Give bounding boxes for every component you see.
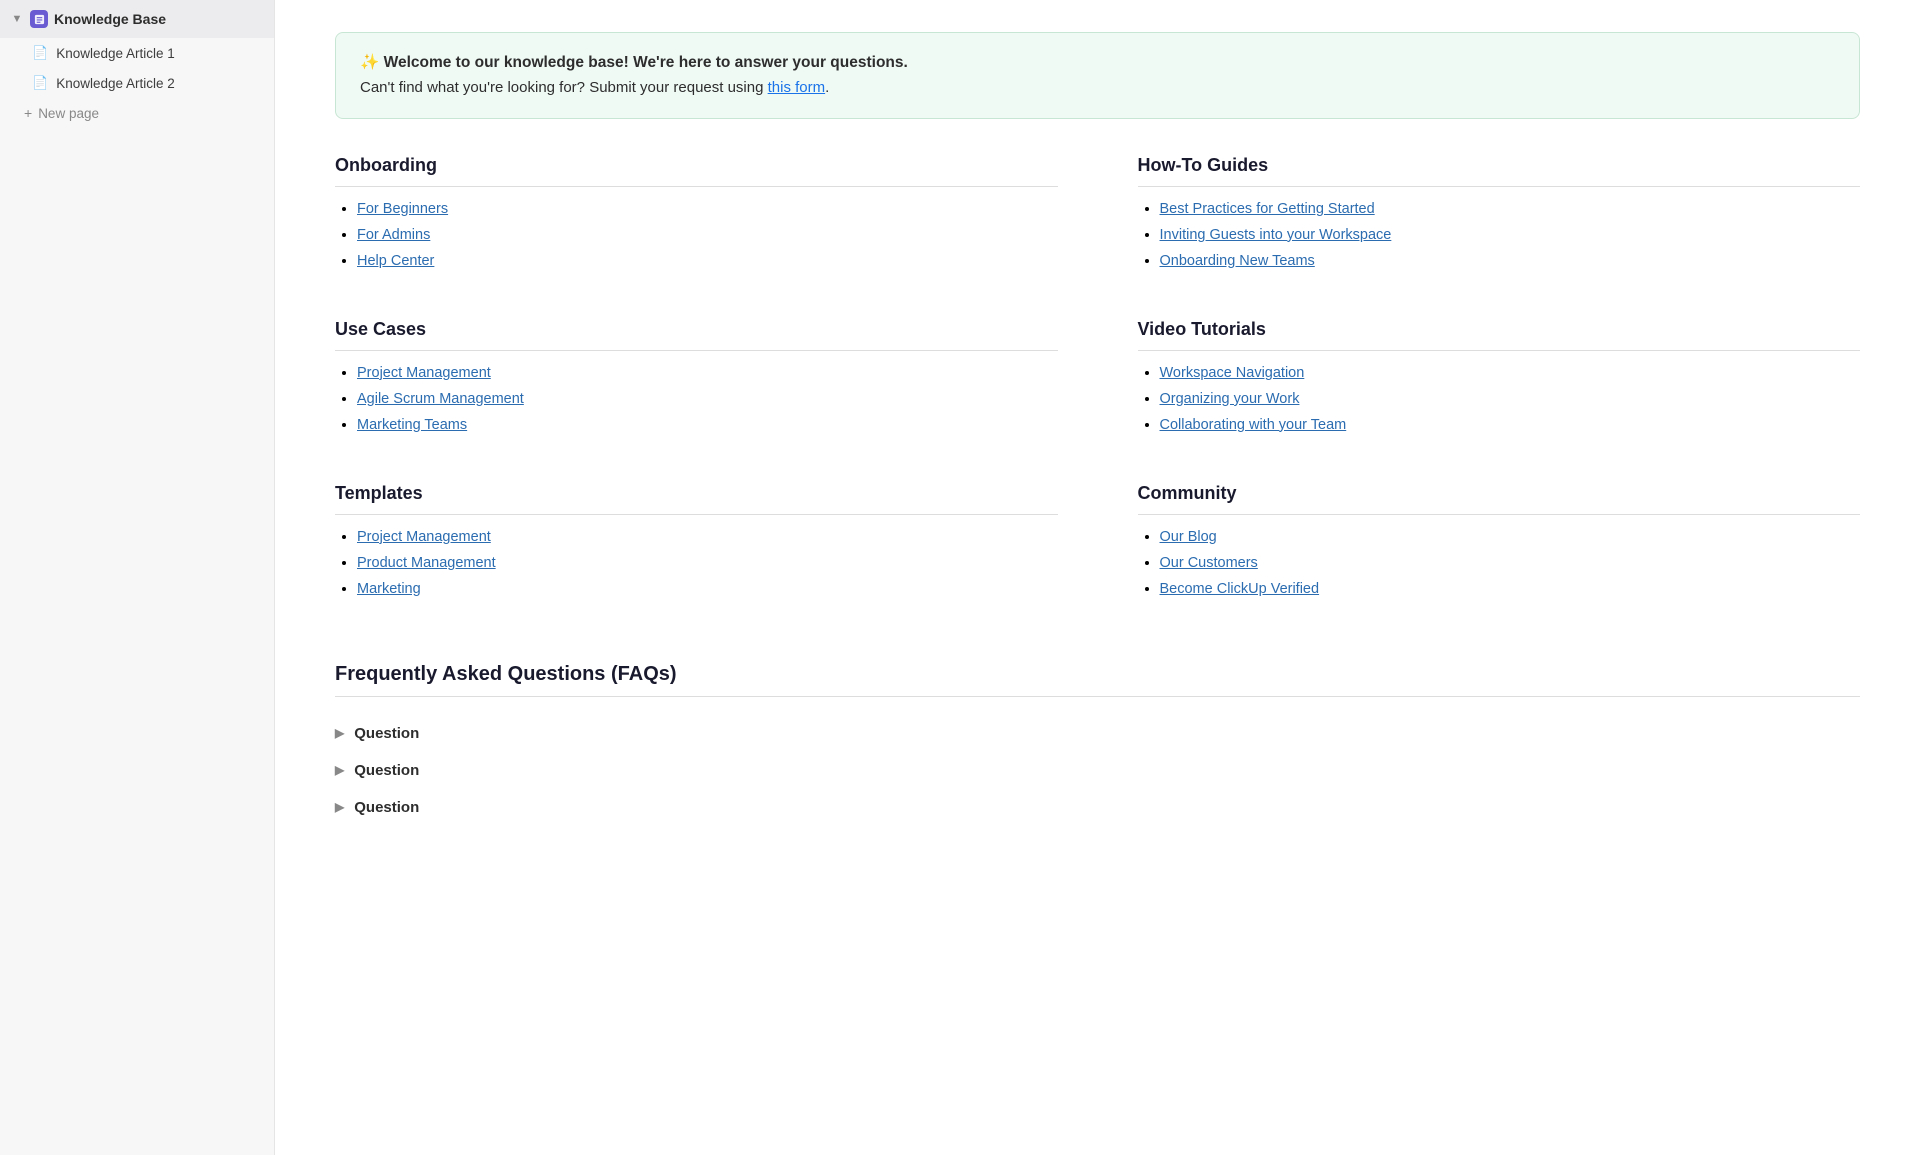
list-item: Onboarding New Teams <box>1160 253 1861 269</box>
sidebar-root-item[interactable]: ▼ Knowledge Base <box>0 0 274 38</box>
section-use-cases: Use Cases Project Management Agile Scrum M… <box>335 319 1058 443</box>
section-link[interactable]: Project Management <box>357 529 491 545</box>
faq-section: Frequently Asked Questions (FAQs) ▶ Questi… <box>335 663 1860 826</box>
main-content: ✨ Welcome to our knowledge base! We're h… <box>275 0 1920 1155</box>
faq-item-0[interactable]: ▶ Question <box>335 715 1860 752</box>
welcome-title: ✨ Welcome to our knowledge base! We're h… <box>360 51 1835 76</box>
triangle-icon: ▶ <box>335 726 344 740</box>
list-item: Project Management <box>357 365 1058 381</box>
section-link[interactable]: Our Customers <box>1160 555 1258 571</box>
section-onboarding: Onboarding For Beginners For Admins Help Ce… <box>335 155 1058 279</box>
section-title-use-cases: Use Cases <box>335 319 1058 340</box>
sidebar-child-label-1: Knowledge Article 1 <box>56 46 175 61</box>
chevron-down-icon: ▼ <box>10 12 24 26</box>
list-item: Marketing Teams <box>357 417 1058 433</box>
list-item: Our Blog <box>1160 529 1861 545</box>
section-title-onboarding: Onboarding <box>335 155 1058 176</box>
section-list-templates: Project Management Product Management Mark… <box>335 529 1058 597</box>
sidebar-item-knowledge-article-2[interactable]: 📄 Knowledge Article 2 <box>0 68 274 98</box>
list-item: Collaborating with your Team <box>1160 417 1861 433</box>
sidebar-child-label-2: Knowledge Article 2 <box>56 76 175 91</box>
list-item: For Beginners <box>357 201 1058 217</box>
knowledge-base-icon <box>30 10 48 28</box>
section-link[interactable]: Marketing Teams <box>357 417 467 433</box>
faq-item-2[interactable]: ▶ Question <box>335 789 1860 826</box>
welcome-banner: ✨ Welcome to our knowledge base! We're h… <box>335 32 1860 119</box>
section-link[interactable]: Inviting Guests into your Workspace <box>1160 227 1392 243</box>
section-how-to-guides: How-To Guides Best Practices for Getting … <box>1138 155 1861 279</box>
list-item: Our Customers <box>1160 555 1861 571</box>
section-link[interactable]: Onboarding New Teams <box>1160 253 1315 269</box>
welcome-subtitle: Can't find what you're looking for? Subm… <box>360 76 1835 100</box>
list-item: Help Center <box>357 253 1058 269</box>
list-item: For Admins <box>357 227 1058 243</box>
section-title-video-tutorials: Video Tutorials <box>1138 319 1861 340</box>
list-item: Inviting Guests into your Workspace <box>1160 227 1861 243</box>
section-title-how-to-guides: How-To Guides <box>1138 155 1861 176</box>
section-divider-templates <box>335 514 1058 515</box>
triangle-icon: ▶ <box>335 800 344 814</box>
document-icon: 📄 <box>32 75 48 91</box>
section-list-community: Our Blog Our Customers Become ClickUp Veri… <box>1138 529 1861 597</box>
triangle-icon: ▶ <box>335 763 344 777</box>
faq-question-label: Question <box>354 799 419 816</box>
section-divider-onboarding <box>335 186 1058 187</box>
section-link[interactable]: Organizing your Work <box>1160 391 1300 407</box>
section-link[interactable]: Become ClickUp Verified <box>1160 581 1320 597</box>
faq-question-label: Question <box>354 725 419 742</box>
plus-icon: + <box>24 105 32 121</box>
section-title-community: Community <box>1138 483 1861 504</box>
sidebar: ▼ Knowledge Base 📄 Knowledge Article 1 📄… <box>0 0 275 1155</box>
list-item: Workspace Navigation <box>1160 365 1861 381</box>
section-link[interactable]: For Beginners <box>357 201 448 217</box>
list-item: Organizing your Work <box>1160 391 1861 407</box>
document-icon: 📄 <box>32 45 48 61</box>
list-item: Marketing <box>357 581 1058 597</box>
section-list-video-tutorials: Workspace Navigation Organizing your Work… <box>1138 365 1861 433</box>
section-link[interactable]: Agile Scrum Management <box>357 391 524 407</box>
section-templates: Templates Project Management Product Manag… <box>335 483 1058 607</box>
sidebar-root-label: Knowledge Base <box>54 11 166 27</box>
new-page-label: New page <box>38 106 99 121</box>
section-link[interactable]: Collaborating with your Team <box>1160 417 1347 433</box>
faq-question-label: Question <box>354 762 419 779</box>
faq-item-1[interactable]: ▶ Question <box>335 752 1860 789</box>
new-page-button[interactable]: + New page <box>0 98 274 128</box>
section-link[interactable]: Best Practices for Getting Started <box>1160 201 1375 217</box>
section-list-onboarding: For Beginners For Admins Help Center <box>335 201 1058 269</box>
section-video-tutorials: Video Tutorials Workspace Navigation Organ… <box>1138 319 1861 443</box>
section-divider-use-cases <box>335 350 1058 351</box>
section-link[interactable]: Project Management <box>357 365 491 381</box>
list-item: Project Management <box>357 529 1058 545</box>
section-link[interactable]: Marketing <box>357 581 421 597</box>
list-item: Best Practices for Getting Started <box>1160 201 1861 217</box>
list-item: Become ClickUp Verified <box>1160 581 1861 597</box>
welcome-link[interactable]: this form <box>768 79 826 96</box>
section-divider-community <box>1138 514 1861 515</box>
sidebar-item-knowledge-article-1[interactable]: 📄 Knowledge Article 1 <box>0 38 274 68</box>
faq-title: Frequently Asked Questions (FAQs) <box>335 663 1860 686</box>
section-link[interactable]: Product Management <box>357 555 496 571</box>
section-link[interactable]: For Admins <box>357 227 430 243</box>
list-item: Product Management <box>357 555 1058 571</box>
faq-divider <box>335 696 1860 697</box>
section-community: Community Our Blog Our Customers Become Cli… <box>1138 483 1861 607</box>
section-list-how-to-guides: Best Practices for Getting Started Inviti… <box>1138 201 1861 269</box>
section-divider-video-tutorials <box>1138 350 1861 351</box>
section-link[interactable]: Our Blog <box>1160 529 1217 545</box>
section-title-templates: Templates <box>335 483 1058 504</box>
section-link[interactable]: Help Center <box>357 253 434 269</box>
section-link[interactable]: Workspace Navigation <box>1160 365 1305 381</box>
sections-grid: Onboarding For Beginners For Admins Help Ce… <box>335 155 1860 826</box>
section-list-use-cases: Project Management Agile Scrum Management… <box>335 365 1058 433</box>
section-divider-how-to-guides <box>1138 186 1861 187</box>
list-item: Agile Scrum Management <box>357 391 1058 407</box>
